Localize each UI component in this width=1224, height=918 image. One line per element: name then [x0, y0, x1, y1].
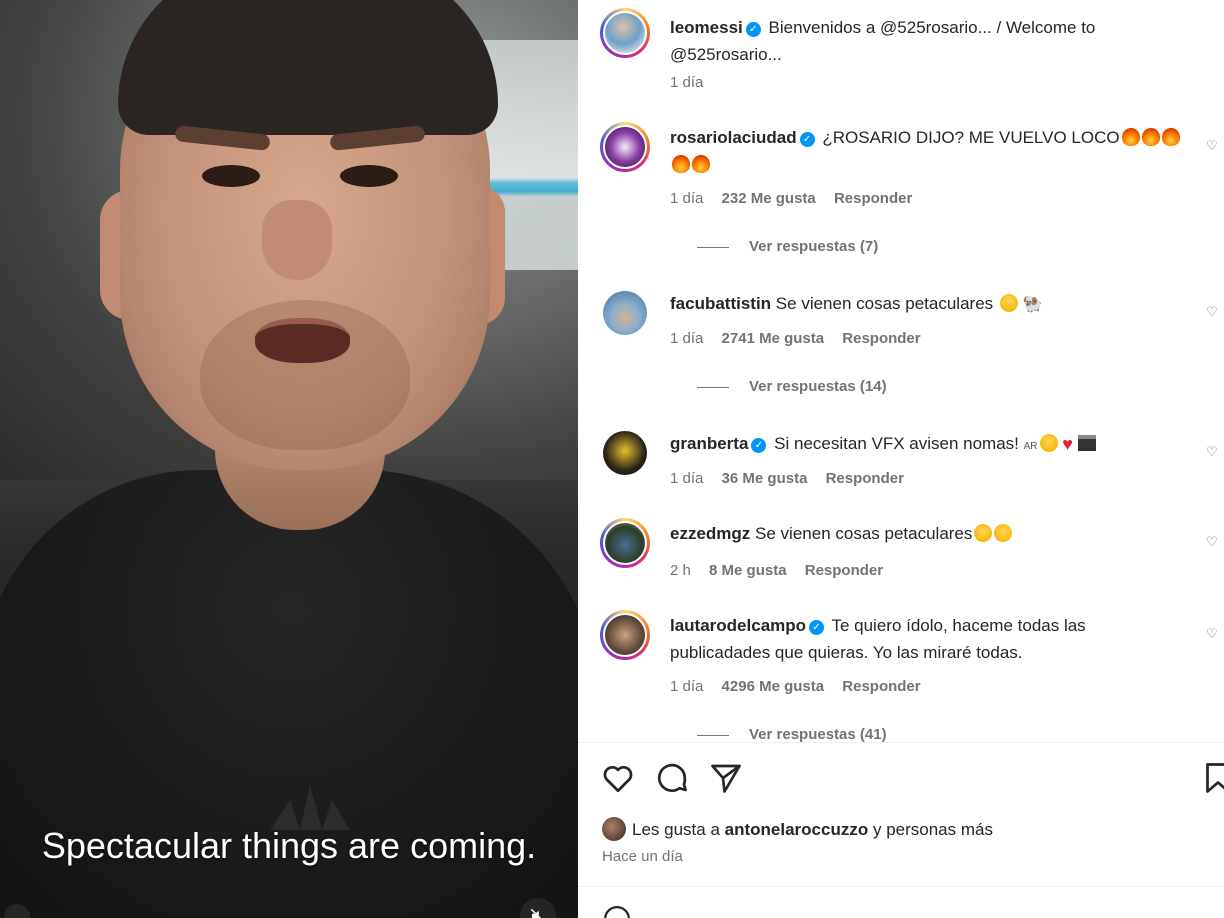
- view-replies-button[interactable]: Ver respuestas (41): [698, 726, 887, 742]
- comment-likes[interactable]: 8 Me gusta: [709, 562, 787, 579]
- comment-likes[interactable]: 36 Me gusta: [722, 470, 808, 487]
- fire-emoji-icon: [1141, 128, 1160, 146]
- reply-button[interactable]: Responder: [805, 562, 883, 579]
- fire-emoji-icon: [692, 155, 710, 173]
- post-timestamp[interactable]: Hace un día: [602, 848, 683, 865]
- like-comment-icon[interactable]: ♡: [1206, 626, 1220, 641]
- author-username[interactable]: leomessi: [670, 18, 743, 37]
- avatar[interactable]: [600, 428, 650, 478]
- clapper-board-emoji-icon: [1077, 435, 1096, 451]
- screaming-face-emoji-icon: [1039, 434, 1058, 452]
- comment-likes[interactable]: 4296 Me gusta: [722, 678, 825, 695]
- comment-username[interactable]: granberta: [670, 434, 748, 453]
- red-heart-emoji-icon: ♥: [1062, 434, 1073, 454]
- reply-button[interactable]: Responder: [842, 330, 920, 347]
- mouth: [255, 318, 350, 363]
- nose: [262, 200, 332, 280]
- likes-summary[interactable]: Les gusta a antonelaroccuzzo y personas …: [602, 817, 993, 841]
- post-actions-bar: [600, 760, 1224, 800]
- view-replies-button[interactable]: Ver respuestas (14): [698, 378, 887, 395]
- emoji-picker-icon[interactable]: [602, 904, 632, 918]
- comment-time[interactable]: 1 día: [670, 470, 703, 487]
- comment-icon[interactable]: [654, 760, 690, 796]
- actions-divider: [578, 742, 1224, 743]
- avatar[interactable]: [600, 122, 650, 172]
- flag-ar-label: AR: [1023, 441, 1038, 452]
- like-comment-icon[interactable]: ♡: [1206, 138, 1220, 153]
- comment-time[interactable]: 2 h: [670, 562, 691, 579]
- muted-speaker-icon: [530, 908, 542, 918]
- like-comment-icon[interactable]: ♡: [1206, 304, 1220, 319]
- avatar[interactable]: [600, 518, 650, 568]
- likes-suffix: y personas más: [872, 820, 993, 839]
- view-replies-button[interactable]: Ver respuestas (7): [698, 238, 878, 255]
- reply-button[interactable]: Responder: [834, 190, 912, 207]
- comment-username[interactable]: ezzedmgz: [670, 524, 750, 543]
- comment-text: Se vienen cosas petaculares: [775, 294, 994, 313]
- liker-username[interactable]: antonelaroccuzzo: [725, 820, 869, 839]
- comment-text: Se vienen cosas petaculares: [755, 524, 973, 543]
- liker-avatar[interactable]: [602, 817, 626, 841]
- comment-text: Si necesitan VFX avisen nomas!: [774, 434, 1019, 453]
- reply-button[interactable]: Responder: [842, 678, 920, 695]
- like-comment-icon[interactable]: ♡: [1206, 444, 1220, 459]
- comment-likes[interactable]: 232 Me gusta: [722, 190, 816, 207]
- comment-time[interactable]: 1 día: [670, 190, 703, 207]
- heart-icon[interactable]: [600, 760, 636, 796]
- verified-badge-icon: ✓: [751, 438, 767, 453]
- reel-video[interactable]: Spectacular things are coming.: [0, 0, 578, 918]
- avatar[interactable]: [600, 288, 650, 338]
- reply-button[interactable]: Responder: [826, 470, 904, 487]
- comment-box-divider: [578, 886, 1224, 887]
- left-eye: [202, 165, 260, 187]
- fire-emoji-icon: [1121, 128, 1140, 146]
- verified-badge-icon: ✓: [745, 22, 761, 37]
- comment-username[interactable]: facubattistin: [670, 294, 771, 313]
- fire-emoji-icon: [1161, 128, 1180, 146]
- like-comment-icon[interactable]: ♡: [1206, 534, 1220, 549]
- grinning-sweat-emoji-icon: [994, 524, 1013, 542]
- hair: [118, 0, 498, 135]
- post-panel: leomessi ✓ Bienvenidos a @525rosario... /…: [578, 0, 1224, 918]
- right-eye: [340, 165, 398, 187]
- comment-time[interactable]: 1 día: [670, 678, 703, 695]
- avatar[interactable]: [600, 610, 650, 660]
- verified-badge-icon: ✓: [799, 132, 815, 147]
- bookmark-icon[interactable]: [1200, 760, 1224, 796]
- send-icon[interactable]: [708, 760, 744, 796]
- smiling-face-hearts-emoji-icon: [999, 294, 1018, 312]
- comments-list[interactable]: leomessi ✓ Bienvenidos a @525rosario... /…: [578, 0, 1224, 742]
- comment-username[interactable]: lautarodelcampo: [670, 616, 806, 635]
- avatar[interactable]: [600, 8, 650, 58]
- video-subtitle: Spectacular things are coming.: [41, 825, 537, 866]
- comment-text: ¿ROSARIO DIJO? ME VUELVO LOCO: [822, 128, 1120, 147]
- verified-badge-icon: ✓: [809, 620, 825, 635]
- fire-emoji-icon: [672, 155, 690, 173]
- ram-emoji-icon: 🐏: [1022, 296, 1043, 313]
- likes-prefix: Les gusta a: [632, 820, 720, 839]
- add-comment-row[interactable]: [602, 904, 1202, 918]
- comment-likes[interactable]: 2741 Me gusta: [722, 330, 825, 347]
- comment-username[interactable]: rosariolaciudad: [670, 128, 797, 147]
- grinning-sweat-emoji-icon: [974, 524, 993, 542]
- post-time[interactable]: 1 día: [670, 74, 703, 91]
- comment-time[interactable]: 1 día: [670, 330, 703, 347]
